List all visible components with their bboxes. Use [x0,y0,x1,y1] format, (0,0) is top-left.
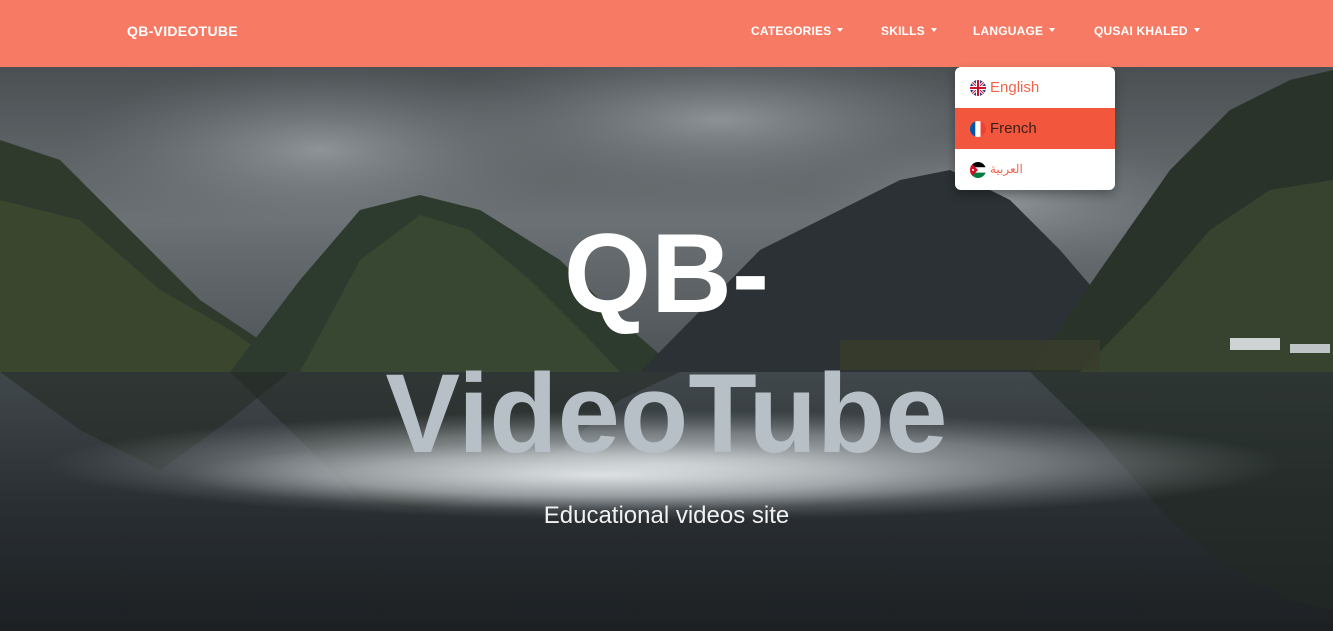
france-flag-icon [970,121,986,137]
nav-user-dropdown[interactable]: QUSAI KHALED [1094,23,1200,39]
language-option-english[interactable]: English [955,67,1115,108]
nav-user-label: QUSAI KHALED [1094,24,1188,38]
caret-down-icon [1049,27,1056,32]
hero-title-line2: VideoTube [385,351,948,476]
nav-language-dropdown[interactable]: LANGUAGE [973,23,1056,39]
language-option-label: العربية [990,162,1023,176]
nav-skills-dropdown[interactable]: SKILLS [881,23,937,39]
language-option-french[interactable]: French [955,108,1115,149]
nav-skills-label: SKILLS [881,24,925,38]
language-option-label: French [990,120,1037,137]
brand-logo-link[interactable]: QB-VIDEOTUBE [127,22,238,40]
caret-down-icon [1193,27,1200,32]
caret-down-icon [930,27,937,32]
hero-subtitle: Educational videos site [543,502,790,529]
hero-title-line1: QB- [563,211,770,336]
caret-down-icon [837,27,844,32]
jordan-flag-icon [970,162,986,178]
language-dropdown-menu: English French العربية [955,67,1115,190]
language-option-label: English [990,79,1040,96]
nav-language-label: LANGUAGE [973,24,1044,38]
nav-categories-label: CATEGORIES [751,24,832,38]
nav-categories-dropdown[interactable]: CATEGORIES [751,23,844,39]
language-option-arabic[interactable]: العربية [955,149,1115,190]
top-navbar: QB-VIDEOTUBE CATEGORIES SKILLS LANGUAGE … [0,0,1333,67]
uk-flag-icon [970,80,986,96]
